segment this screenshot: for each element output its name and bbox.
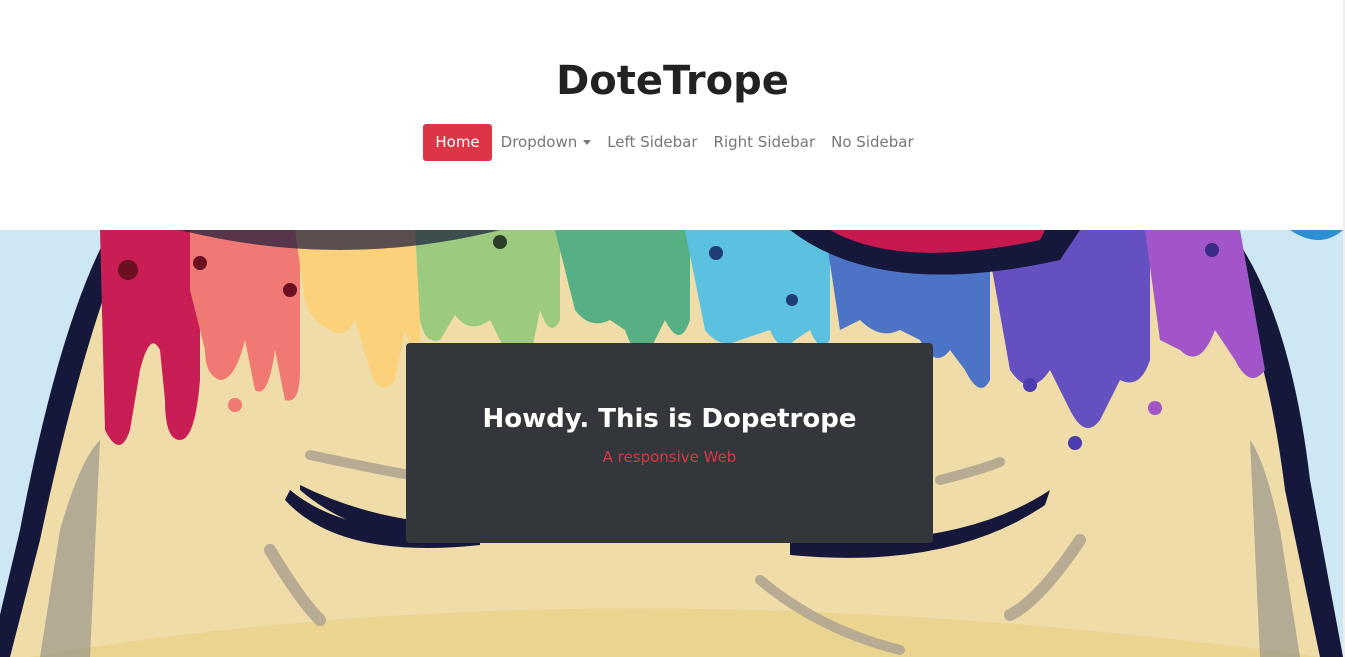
caret-down-icon [583,140,592,145]
hero-title: Howdy. This is Dopetrope [482,404,857,434]
hero-card: Howdy. This is Dopetrope A responsive We… [406,343,933,543]
nav-item-dropdown[interactable]: Dropdown [493,124,600,161]
nav-item-no-sidebar[interactable]: No Sidebar [823,124,922,161]
hero-subtitle: A responsive Web [602,448,737,466]
site-header: DoteTrope Home Dropdown Left Sidebar Rig… [0,0,1345,230]
nav-item-dropdown-label: Dropdown [500,133,578,151]
nav-item-home[interactable]: Home [423,124,492,161]
nav-item-right-sidebar[interactable]: Right Sidebar [706,124,824,161]
main-nav: Home Dropdown Left Sidebar Right Sidebar… [0,124,1345,161]
site-logo[interactable]: DoteTrope [0,58,1345,104]
nav-item-left-sidebar[interactable]: Left Sidebar [599,124,705,161]
